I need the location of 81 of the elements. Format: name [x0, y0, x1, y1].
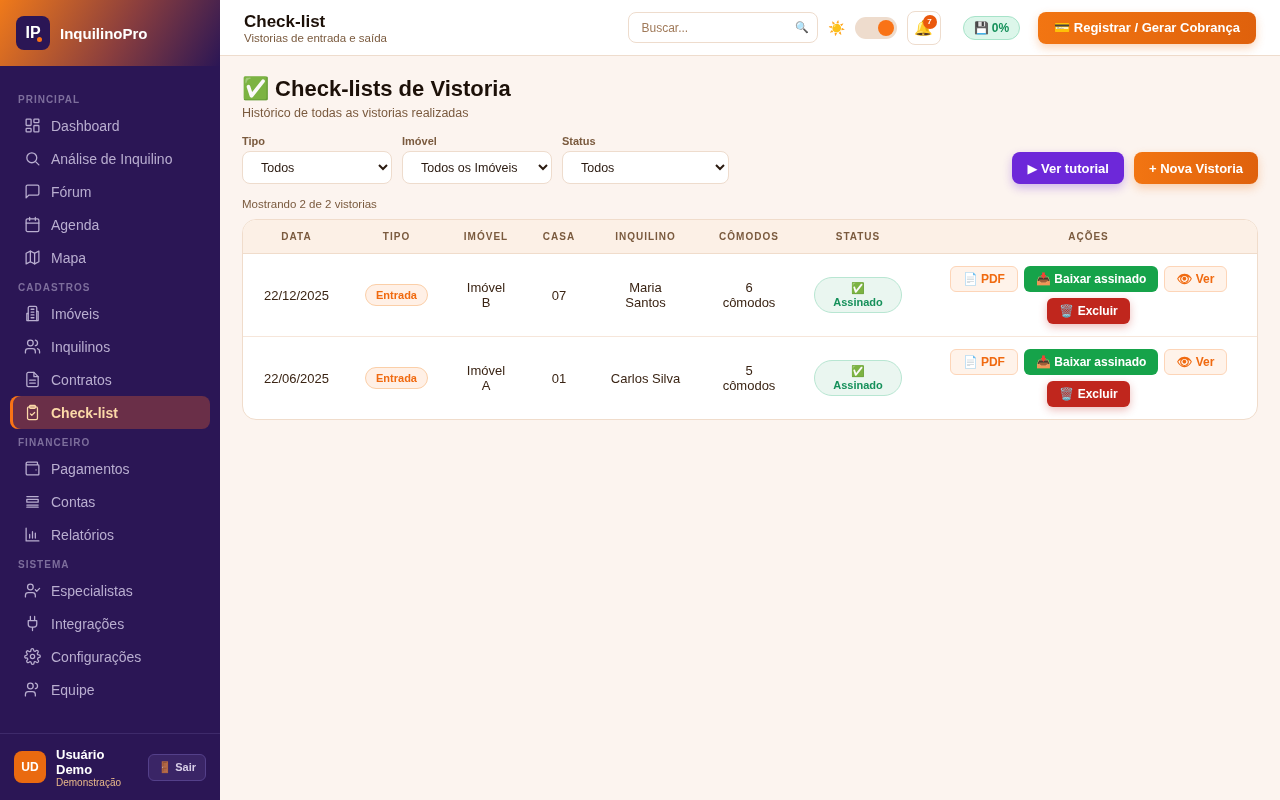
table-cell-text: Imóvel A — [465, 363, 507, 393]
table-cell-text: Carlos Silva — [609, 370, 682, 386]
user-check-icon — [24, 582, 41, 599]
section-title: SISTEMA — [17, 558, 71, 572]
sidebar-item[interactable]: Inquilinos — [10, 330, 210, 363]
column-header: CASA — [541, 231, 577, 242]
wallet-icon — [24, 460, 41, 477]
user-role: Demonstração — [56, 776, 123, 788]
sidebar-item[interactable]: Relatórios — [10, 518, 210, 551]
calendar-icon — [24, 216, 41, 233]
document-icon — [24, 371, 41, 388]
page-subtitle: Histórico de todas as vistorias realizadas — [242, 106, 470, 120]
type-tag: Entrada — [365, 284, 428, 306]
column-header: INQUILINO — [614, 231, 677, 242]
status-badge: ✅ Assinado — [814, 277, 902, 313]
bar-chart-icon — [24, 526, 41, 543]
sidebar-item[interactable]: Contratos — [10, 363, 210, 396]
column-header: TIPO — [381, 231, 412, 242]
sidebar-item[interactable]: Configurações — [10, 640, 210, 673]
table-cell-text: 07 — [550, 287, 568, 303]
section-title: PRINCIPAL — [17, 93, 82, 107]
section-title: FINANCEIRO — [17, 436, 92, 450]
filter-label: Imóvel — [402, 135, 438, 147]
column-header: AÇÕES — [1067, 231, 1110, 242]
users-icon — [24, 681, 41, 698]
logo-icon: IP — [16, 16, 50, 50]
section-title: CADASTROS — [17, 281, 92, 295]
chat-bubble-icon — [24, 183, 41, 200]
page-header-title: Check-list — [244, 11, 327, 32]
delete-button[interactable]: 🗑 Excluir — [1047, 381, 1130, 407]
column-header: IMÓVEL — [462, 231, 510, 242]
table-cell-text: 22/12/2025 — [262, 287, 331, 303]
sidebar-item[interactable]: Dashboard — [10, 109, 210, 142]
sidebar-item[interactable]: Especialistas — [10, 574, 210, 607]
status-badge: ✅ Assinado — [814, 360, 902, 396]
sidebar-item[interactable]: Agenda — [10, 208, 210, 241]
filter-select[interactable]: Todos — [242, 151, 392, 184]
filter-label: Status — [562, 135, 597, 147]
sidebar-item[interactable]: Fórum — [10, 175, 210, 208]
settings-icon — [24, 648, 41, 665]
column-header: STATUS — [834, 231, 882, 242]
sidebar-item[interactable]: Contas — [10, 485, 210, 518]
filter-label: Tipo — [242, 135, 266, 147]
logout-button[interactable]: 🚪 Sair — [148, 753, 206, 781]
column-header: DATA — [280, 231, 313, 242]
table-cell-text: Imóvel B — [465, 280, 507, 310]
user-name: Usuário Demo — [56, 746, 106, 777]
table-cell-text: Maria Santos — [624, 280, 667, 310]
clipboard-check-icon — [24, 404, 41, 421]
sidebar-item[interactable]: Check-list — [10, 396, 210, 429]
sidebar-item[interactable]: Equipe — [10, 673, 210, 706]
stack-icon — [24, 493, 41, 510]
page-title: ✅ Check-lists de Vistoria — [242, 76, 512, 102]
building-icon — [24, 305, 41, 322]
sidebar-item[interactable]: Análise de Inquilino — [10, 142, 210, 175]
column-header: CÔMODOS — [718, 231, 780, 242]
filter-select[interactable]: Todos — [562, 151, 729, 184]
result-count: Mostrando 2 de 2 vistorias — [242, 198, 378, 210]
grid-icon — [24, 117, 41, 134]
tutorial-button[interactable]: ▶ Ver tutorial — [1012, 152, 1124, 184]
table-cell-text: 01 — [550, 370, 568, 386]
filter-select[interactable]: Todos os Imóveis — [402, 151, 552, 184]
sun-icon: ☀ — [827, 19, 845, 36]
brand-name: InquilinoPro — [60, 24, 148, 42]
delete-button[interactable]: 🗑 Excluir — [1047, 298, 1130, 324]
sidebar-item[interactable]: Imóveis — [10, 297, 210, 330]
table-cell-text: 5 cômodos — [721, 363, 777, 393]
search-icon: 🔍 — [794, 20, 809, 34]
save-status-badge: 💾 0% — [962, 15, 1021, 40]
type-tag: Entrada — [365, 367, 428, 389]
sidebar-item[interactable]: Integrações — [10, 607, 210, 640]
users-icon — [24, 338, 41, 355]
page-header-subtitle: Vistorias de entrada e saída — [244, 31, 388, 44]
sidebar-item[interactable]: Mapa — [10, 241, 210, 274]
table-cell-text: 6 cômodos — [721, 280, 777, 310]
user-avatar: UD — [14, 751, 46, 783]
search-icon — [24, 150, 41, 167]
theme-toggle[interactable] — [854, 16, 897, 39]
map-icon — [24, 249, 41, 266]
sidebar-item[interactable]: Pagamentos — [10, 452, 210, 485]
table-cell-text: 22/06/2025 — [262, 370, 331, 386]
